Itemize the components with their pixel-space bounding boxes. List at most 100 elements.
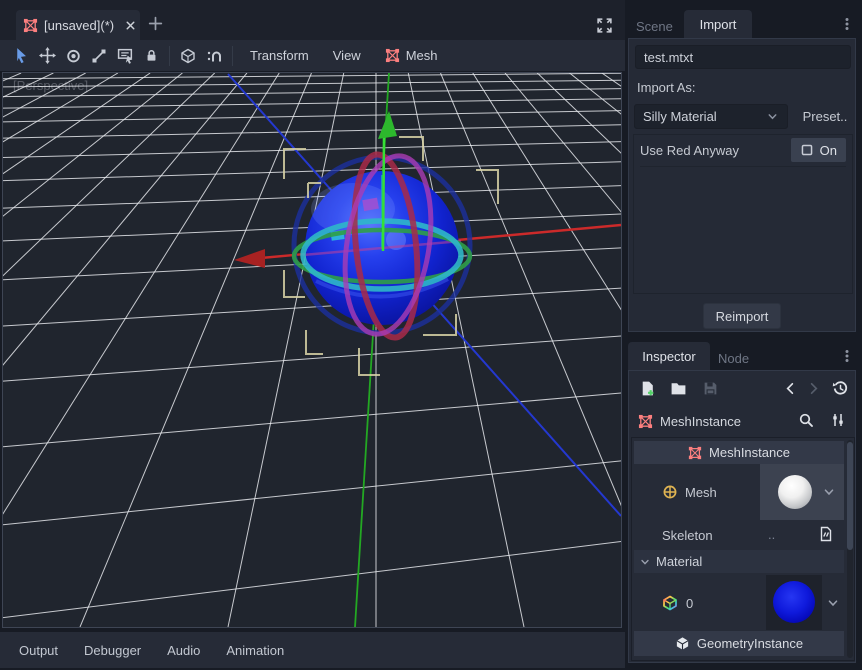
mesh-preview-thumbnail[interactable] (778, 475, 812, 509)
load-resource-button[interactable] (669, 379, 687, 397)
history-forward-button[interactable] (805, 380, 821, 396)
checkbox-icon[interactable] (800, 143, 814, 157)
snap-button[interactable] (201, 44, 227, 68)
history-icon (832, 380, 849, 397)
bottom-tab-output[interactable]: Output (13, 639, 64, 662)
divider (640, 166, 846, 167)
import-as-dropdown[interactable]: Silly Material (634, 104, 788, 129)
property-label-material-index: 0 (686, 596, 693, 611)
reimport-button[interactable]: Reimport (703, 303, 781, 329)
property-label-mesh: Mesh (685, 485, 717, 500)
rotate-tool-button[interactable] (60, 44, 86, 68)
scale-icon (91, 48, 107, 64)
category-meshinstance[interactable]: MeshInstance (634, 441, 844, 464)
preset-button-label: Preset.. (803, 109, 848, 124)
list-select-tool-button[interactable] (112, 44, 138, 68)
object-history-button[interactable] (831, 379, 849, 397)
scale-tool-button[interactable] (86, 44, 112, 68)
lock-icon (144, 48, 159, 63)
node-path-icon[interactable] (818, 526, 834, 542)
distraction-free-button[interactable] (593, 14, 615, 36)
scene-tab-unsaved[interactable]: [unsaved](*) (16, 10, 140, 40)
dock-menu-button[interactable] (838, 15, 856, 33)
magnet-icon (206, 48, 222, 64)
view-menu[interactable]: View (321, 44, 373, 68)
sliders-icon (830, 412, 846, 428)
mesh-resource-icon (662, 484, 678, 500)
option-value-label: On (820, 143, 837, 158)
inspected-object-row: MeshInstance (638, 409, 848, 433)
option-label: Use Red Anyway (640, 143, 739, 158)
mesh-menu[interactable]: Mesh (373, 44, 450, 68)
property-label-skeleton: Skeleton (662, 528, 713, 543)
inspected-object-name: MeshInstance (660, 414, 741, 429)
scrollbar-thumb[interactable] (847, 442, 853, 550)
inspector-scrollbar[interactable] (847, 440, 853, 658)
3d-viewport[interactable]: [Perspective] (2, 72, 622, 628)
tab-inspector[interactable]: Inspector (628, 342, 710, 370)
tab-scene[interactable]: Scene (636, 14, 680, 38)
select-tool-button[interactable] (8, 44, 34, 68)
plus-icon (147, 15, 164, 32)
category-label: MeshInstance (709, 445, 790, 460)
category-geometryinstance[interactable]: GeometryInstance (634, 631, 844, 656)
mesh-value-cell[interactable] (760, 464, 844, 520)
history-back-button[interactable] (782, 380, 798, 396)
dots-vertical-icon (839, 348, 855, 364)
move-icon (39, 47, 56, 64)
toolbar-separator (169, 46, 170, 66)
new-resource-button[interactable] (638, 379, 656, 397)
folder-icon (670, 380, 687, 397)
perspective-menu[interactable]: [Perspective] (13, 78, 88, 93)
bottom-tab-debugger[interactable]: Debugger (78, 639, 147, 662)
bottom-panel-bar: Output Debugger Audio Animation (0, 632, 625, 668)
use-red-anyway-toggle[interactable]: On (791, 138, 846, 162)
preset-button[interactable]: Preset.. (795, 104, 855, 129)
new-scene-tab-button[interactable] (144, 12, 166, 34)
section-material-label: Material (656, 554, 702, 569)
rotate-icon (65, 47, 82, 64)
transform-menu[interactable]: Transform (238, 44, 321, 68)
move-tool-button[interactable] (34, 44, 60, 68)
x-axis-arrow[interactable] (234, 249, 265, 268)
material-preview-thumbnail[interactable] (773, 581, 815, 623)
select-cursor-icon (13, 47, 30, 64)
inspector-tools-button[interactable] (829, 411, 847, 429)
import-options-panel: Use Red Anyway On (633, 134, 853, 294)
category-label: GeometryInstance (697, 636, 803, 651)
reimport-button-label: Reimport (716, 309, 769, 324)
chevron-left-icon (783, 381, 798, 396)
mesh-node-icon (23, 18, 38, 33)
list-select-icon (117, 47, 134, 64)
save-resource-button[interactable] (701, 379, 719, 397)
mesh-node-icon (688, 446, 702, 460)
tab-scene-label: Scene (636, 19, 673, 34)
import-dock-panel: Import As: Silly Material Preset.. Use R… (628, 38, 856, 332)
lock-button[interactable] (138, 44, 164, 68)
tab-node[interactable]: Node (718, 348, 762, 368)
inspector-search-button[interactable] (797, 411, 815, 429)
local-space-button[interactable] (175, 44, 201, 68)
tab-node-label: Node (718, 351, 749, 366)
dots-vertical-icon (839, 16, 855, 32)
tab-import[interactable]: Import (684, 10, 752, 38)
new-resource-icon (639, 380, 656, 397)
mesh-node-icon (638, 414, 653, 429)
skeleton-value[interactable]: .. (768, 527, 775, 542)
dock-menu-button[interactable] (838, 347, 856, 365)
option-row-use-red-anyway: Use Red Anyway On (634, 137, 852, 163)
chevron-down-icon[interactable] (826, 596, 840, 610)
close-icon[interactable] (124, 19, 137, 32)
tab-inspector-label: Inspector (642, 349, 695, 364)
bottom-tab-audio[interactable]: Audio (161, 639, 206, 662)
property-row-material-0: 0 (634, 575, 760, 631)
spatial-toolbar: Transform View Mesh (0, 40, 625, 71)
section-material[interactable]: Material (634, 550, 844, 573)
view-menu-label: View (333, 48, 361, 63)
bottom-tab-animation[interactable]: Animation (220, 639, 290, 662)
ground-grid (3, 73, 621, 627)
material-value-cell[interactable] (766, 575, 822, 630)
chevron-down-icon[interactable] (822, 485, 836, 499)
search-icon (798, 412, 814, 428)
import-file-name-field[interactable] (635, 45, 851, 69)
